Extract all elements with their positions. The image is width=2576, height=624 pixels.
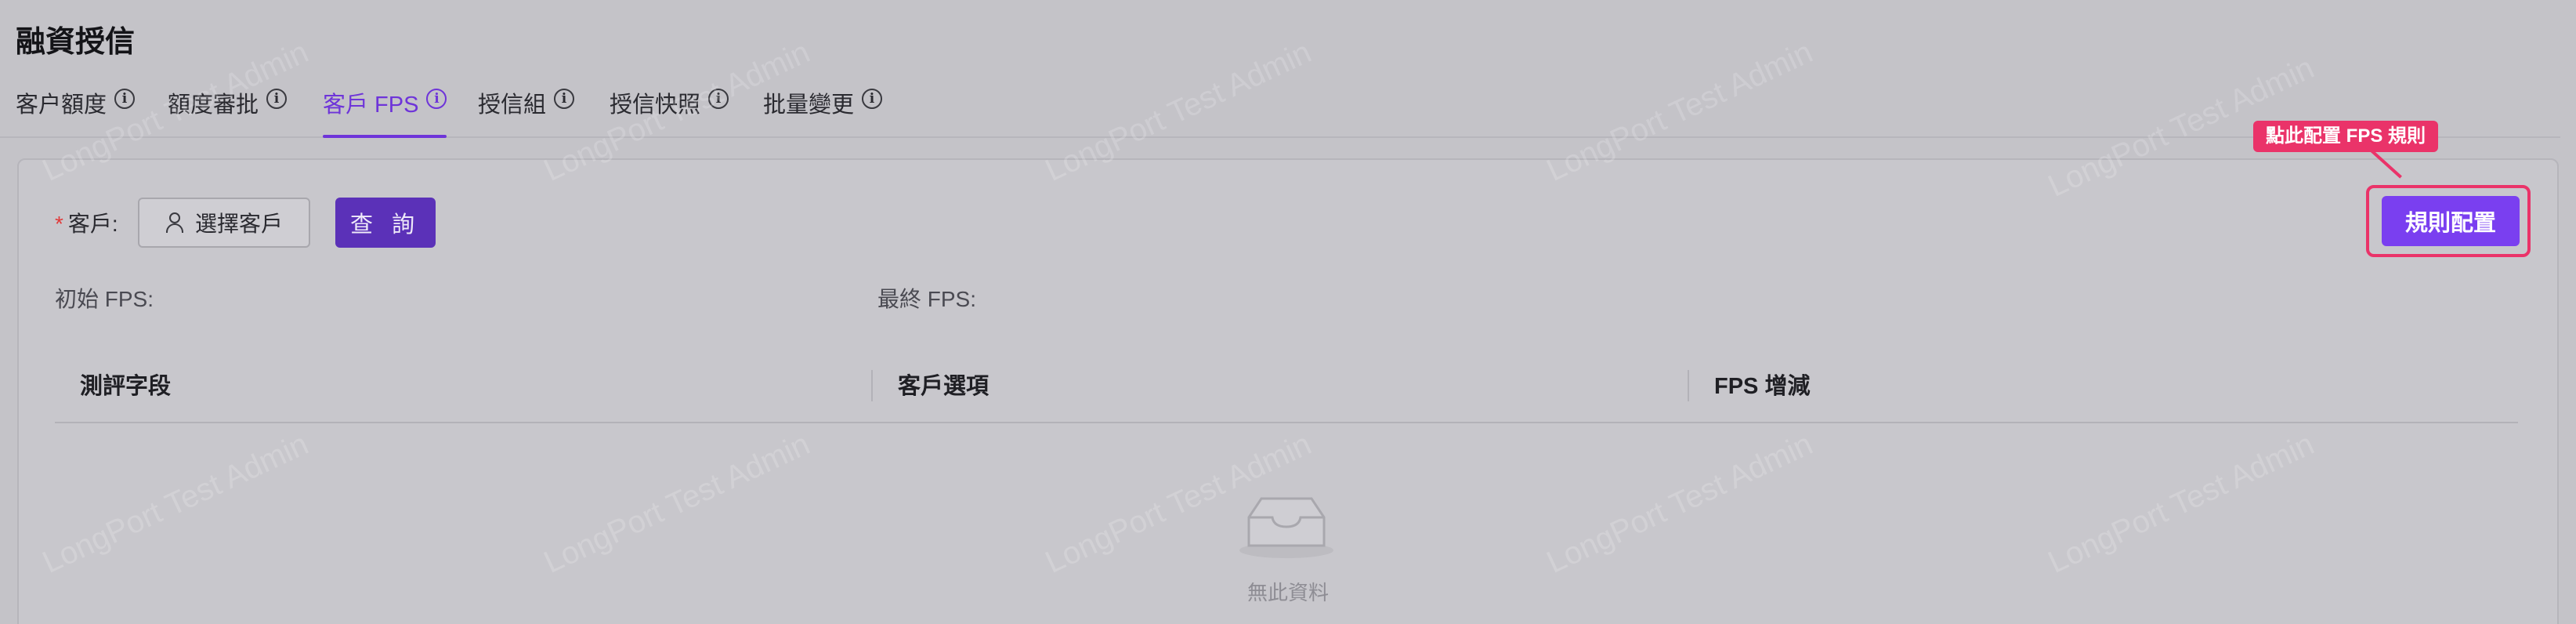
tab-customer-fps[interactable]: 客戶 FPS i	[323, 86, 447, 138]
tab-credit-snapshot[interactable]: 授信快照 i	[610, 86, 729, 138]
tab-label: 授信快照	[610, 93, 701, 118]
select-customer-button[interactable]: 選擇客戶	[138, 198, 310, 248]
initial-fps-label: 初始 FPS:	[55, 287, 154, 311]
info-icon[interactable]: i	[426, 89, 447, 109]
column-divider	[1688, 370, 1689, 401]
table-header: 測評字段 客戶選項 FPS 增減	[55, 350, 2518, 423]
query-button[interactable]: 查 詢	[335, 198, 436, 248]
final-fps-label: 最終 FPS:	[877, 287, 977, 311]
column-header: FPS 增減	[1714, 374, 1811, 399]
tab-customer-limit[interactable]: 客户額度 i	[16, 86, 136, 138]
tab-bar: 客户額度 i 額度審批 i 客戶 FPS i 授信組 i 授信快照 i 批量變更…	[0, 78, 2560, 138]
select-customer-label: 選擇客戶	[194, 212, 283, 236]
empty-box-icon	[1239, 497, 1333, 558]
tab-batch-change[interactable]: 批量變更 i	[763, 86, 883, 138]
column-header: 測評字段	[80, 374, 172, 399]
tab-limit-approval[interactable]: 額度審批 i	[168, 86, 288, 138]
column-divider	[871, 370, 873, 401]
page-title: 融資授信	[16, 26, 136, 59]
tab-label: 額度審批	[168, 93, 259, 118]
tab-label: 授信組	[478, 93, 547, 118]
info-icon[interactable]: i	[114, 89, 136, 109]
info-icon[interactable]: i	[266, 89, 288, 109]
info-icon[interactable]: i	[862, 89, 883, 109]
required-mark: *	[55, 212, 63, 236]
customer-field-label: * 客戶:	[55, 212, 118, 236]
rule-config-tooltip: 點此配置 FPS 規則	[2253, 121, 2439, 152]
user-icon	[165, 212, 186, 234]
empty-state-text: 無此資料	[1246, 581, 1329, 604]
tab-label: 客户額度	[16, 93, 107, 118]
tab-label: 客戶 FPS	[323, 93, 419, 118]
info-icon[interactable]: i	[708, 89, 729, 109]
tab-label: 批量變更	[763, 93, 855, 118]
info-icon[interactable]: i	[554, 89, 575, 109]
rule-config-button[interactable]: 規則配置	[2382, 196, 2520, 246]
tab-credit-group[interactable]: 授信組 i	[478, 86, 575, 138]
column-header: 客戶選項	[898, 374, 990, 399]
